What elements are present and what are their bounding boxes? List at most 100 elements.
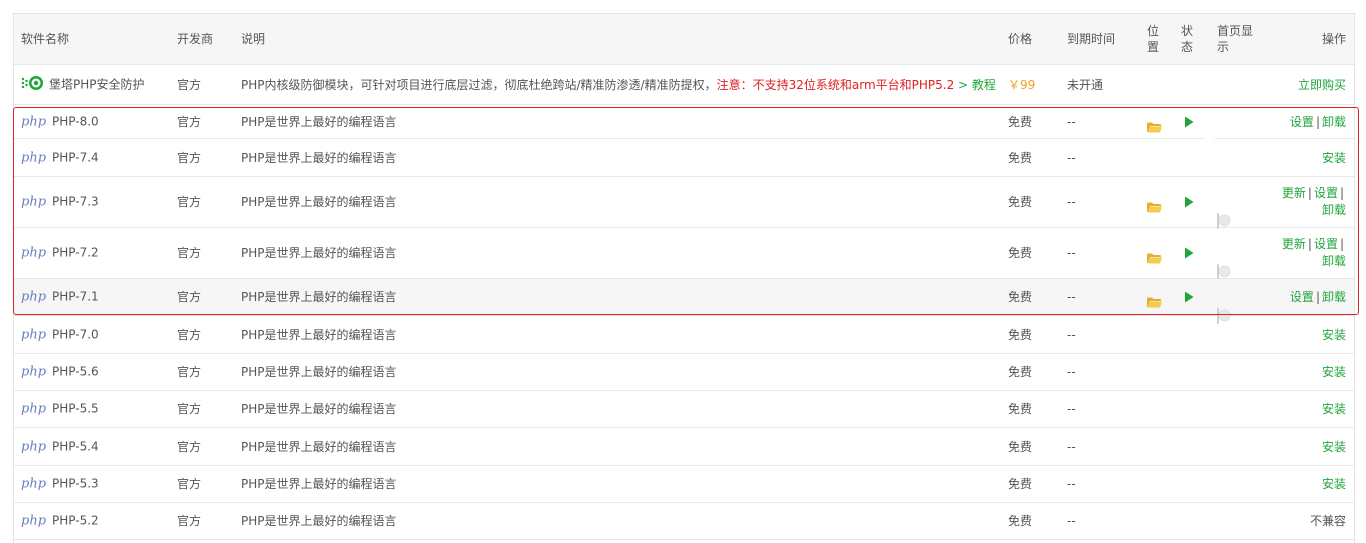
php-version-name: PHP-5.5 <box>52 401 99 416</box>
header-homepage-line2: 示 <box>1217 40 1230 54</box>
table-row: php PHP-7.0 官方 PHP是世界上最好的编程语言 免费 -- 安装 <box>14 316 1354 354</box>
ops-separator: | <box>1315 290 1320 304</box>
php-logo-icon: php <box>21 401 47 417</box>
settings-link[interactable]: 设置 <box>1314 186 1338 200</box>
install-link[interactable]: 安装 <box>1322 364 1346 380</box>
featured-expiry: 未开通 <box>1067 77 1104 92</box>
php-logo-icon: php <box>21 114 47 129</box>
table-row: php PHP-5.6 官方 PHP是世界上最好的编程语言 免费 -- 安装 <box>14 354 1354 391</box>
toggle-knob <box>1219 215 1230 226</box>
description: PHP是世界上最好的编程语言 <box>241 195 397 209</box>
php-name-cell: php PHP-7.3 <box>21 194 99 211</box>
table-header: 软件名称 开发商 说明 价格 到期时间 位 置 状 态 首页显 示 操作 <box>14 13 1354 65</box>
expiry: -- <box>1067 195 1076 209</box>
header-expiry: 到期时间 <box>1067 32 1116 46</box>
table-row-featured: 堡塔PHP安全防护 官方 PHP内核级防御模块，可针对项目进行底层过滤，彻底杜绝… <box>14 65 1354 105</box>
table-row: php PHP-5.5 官方 PHP是世界上最好的编程语言 免费 -- 安装 <box>14 391 1354 428</box>
php-version-name: PHP-5.6 <box>52 364 99 379</box>
description: PHP是世界上最好的编程语言 <box>241 514 397 528</box>
uninstall-link[interactable]: 卸载 <box>1322 115 1346 129</box>
homepage-toggle[interactable] <box>1217 264 1230 280</box>
php-version-name: PHP-5.4 <box>52 439 99 453</box>
table-row: php PHP-7.3 官方 PHP是世界上最好的编程语言 免费 -- 更新 | 设置 | 卸载 <box>14 177 1354 229</box>
description: PHP是世界上最好的编程语言 <box>241 439 397 454</box>
expiry: -- <box>1067 114 1076 129</box>
header-operation: 操作 <box>1321 32 1346 46</box>
price: 免费 <box>1008 290 1033 304</box>
developer: 官方 <box>177 327 202 342</box>
update-link[interactable]: 更新 <box>1282 237 1306 251</box>
buy-now-button[interactable]: 立即购买 <box>1298 77 1346 93</box>
php-logo-icon: php <box>21 289 47 305</box>
update-link[interactable]: 更新 <box>1282 186 1306 200</box>
php-name-cell: php PHP-5.3 <box>21 476 99 493</box>
php-version-name: PHP-7.3 <box>52 194 99 209</box>
featured-warning: 注意：不支持32位系统和arm平台和PHP5.2 <box>716 77 955 92</box>
header-homepage-line1: 首页显 <box>1217 24 1254 38</box>
ops-separator: | <box>1307 186 1312 200</box>
featured-price: ￥99 <box>1008 77 1036 92</box>
developer: 官方 <box>177 514 202 528</box>
featured-description: PHP内核级防御模块，可针对项目进行底层过滤，彻底杜绝跨站/精准防渗透/精准防提… <box>241 77 717 92</box>
software-table: 软件名称 开发商 说明 价格 到期时间 位 置 状 态 首页显 示 操作 堡塔P… <box>13 13 1359 543</box>
php-version-name: PHP-7.0 <box>52 327 99 341</box>
expiry: -- <box>1067 514 1076 528</box>
play-icon[interactable] <box>1184 196 1194 208</box>
header-developer: 开发商 <box>177 32 214 46</box>
php-logo-icon: php <box>21 513 47 529</box>
install-link[interactable]: 安装 <box>1322 476 1346 492</box>
php-version-name: PHP-7.2 <box>52 245 99 260</box>
install-link[interactable]: 安装 <box>1322 439 1346 455</box>
uninstall-link[interactable]: 卸载 <box>1322 290 1346 304</box>
table-row: php PHP-5.4 官方 PHP是世界上最好的编程语言 免费 -- 安装 <box>14 428 1354 466</box>
ops-cell: 设置 | 卸载 <box>1290 114 1346 130</box>
featured-developer: 官方 <box>177 77 202 92</box>
php-version-name: PHP-5.2 <box>52 513 99 528</box>
install-link[interactable]: 安装 <box>1322 327 1346 343</box>
featured-tutorial-link[interactable]: > 教程 <box>954 78 996 92</box>
settings-link[interactable]: 设置 <box>1290 115 1314 129</box>
header-position-line2: 置 <box>1147 40 1160 54</box>
ops-cell: 更新 | 设置 | 卸载 <box>1282 185 1346 219</box>
ops-separator: | <box>1315 114 1320 129</box>
ops-separator: | <box>1339 186 1344 200</box>
expiry: -- <box>1067 365 1076 379</box>
header-name: 软件名称 <box>21 32 70 46</box>
price: 免费 <box>1008 114 1033 129</box>
expiry: -- <box>1067 150 1076 165</box>
header-homepage: 首页显 示 <box>1217 23 1253 55</box>
developer: 官方 <box>177 114 202 129</box>
header-status: 状 态 <box>1181 23 1193 55</box>
developer: 官方 <box>177 246 202 260</box>
expiry: -- <box>1067 477 1076 491</box>
developer: 官方 <box>177 290 202 304</box>
description: PHP是世界上最好的编程语言 <box>241 290 397 304</box>
price: 免费 <box>1008 439 1033 454</box>
table-row: php PHP-5.2 官方 PHP是世界上最好的编程语言 免费 -- 不兼容 <box>14 503 1354 540</box>
php-logo-icon: php <box>21 245 47 261</box>
install-link[interactable]: 安装 <box>1322 150 1346 166</box>
shield-plugin-icon <box>21 75 45 95</box>
play-icon[interactable] <box>1184 291 1194 303</box>
header-status-line1: 状 <box>1181 24 1194 38</box>
expiry: -- <box>1067 439 1076 454</box>
install-link[interactable]: 安装 <box>1322 401 1346 417</box>
uninstall-link[interactable]: 卸载 <box>1322 203 1346 217</box>
price: 免费 <box>1008 514 1033 528</box>
table-row: php PHP-7.4 官方 PHP是世界上最好的编程语言 免费 -- 安装 <box>14 139 1354 177</box>
developer: 官方 <box>177 195 202 209</box>
price: 免费 <box>1008 365 1033 379</box>
price: 免费 <box>1008 327 1033 342</box>
table-row: php PHP-7.2 官方 PHP是世界上最好的编程语言 免费 -- 更新 | 设置 | 卸载 <box>14 228 1354 280</box>
price: 免费 <box>1008 150 1033 165</box>
php-name-cell: php PHP-7.2 <box>21 245 99 262</box>
php-version-name: PHP-7.1 <box>52 289 99 304</box>
homepage-toggle[interactable] <box>1217 213 1230 229</box>
settings-link[interactable]: 设置 <box>1290 290 1314 304</box>
expiry: -- <box>1067 402 1076 416</box>
settings-link[interactable]: 设置 <box>1314 237 1338 251</box>
uninstall-link[interactable]: 卸载 <box>1322 254 1346 268</box>
php-logo-icon: php <box>21 439 47 454</box>
play-icon[interactable] <box>1184 116 1194 128</box>
play-icon[interactable] <box>1184 247 1194 259</box>
